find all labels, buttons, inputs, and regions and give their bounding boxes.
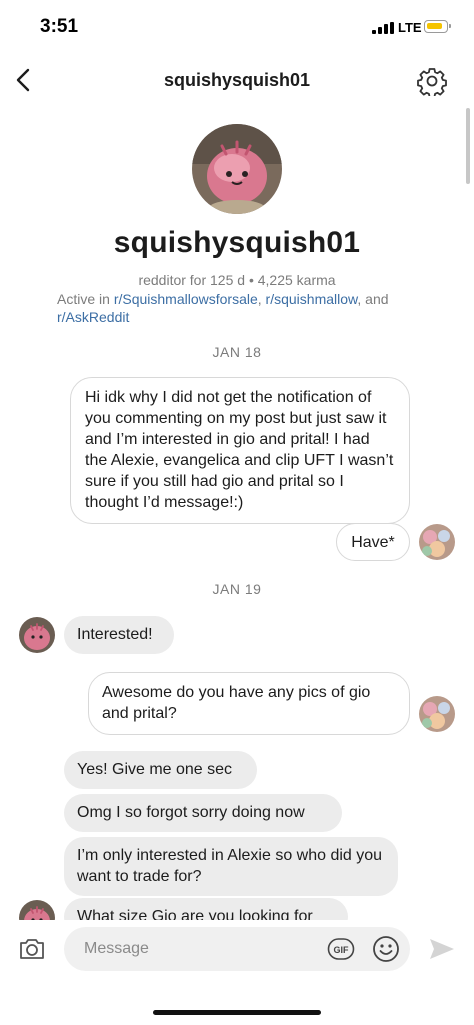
received-message[interactable]: Yes! Give me one sec	[64, 751, 257, 789]
emoji-icon[interactable]	[372, 935, 400, 963]
status-time: 3:51	[40, 16, 79, 37]
date-separator: JAN 19	[212, 581, 262, 597]
scrollbar[interactable]	[466, 108, 470, 184]
separator: ,	[257, 291, 266, 307]
my-avatar[interactable]	[419, 696, 455, 732]
gif-icon[interactable]: GIF	[327, 937, 355, 961]
received-message[interactable]: I’m only interested in Alexie so who did…	[64, 837, 398, 896]
profile-avatar[interactable]	[192, 124, 282, 214]
sent-message[interactable]: Have*	[336, 523, 410, 561]
sender-avatar[interactable]	[19, 617, 55, 653]
profile-name: squishysquish01	[113, 226, 361, 259]
sent-message[interactable]: Hi idk why I did not get the notificatio…	[70, 377, 410, 524]
signal-strength-icon	[372, 22, 396, 34]
separator: , and	[357, 291, 389, 307]
community-link[interactable]: r/AskReddit	[57, 309, 129, 325]
community-link[interactable]: r/squishmallow	[266, 291, 358, 307]
battery-icon	[424, 20, 451, 33]
send-icon[interactable]	[428, 937, 456, 961]
gif-label: GIF	[334, 945, 350, 955]
active-in-label: Active in	[57, 291, 114, 307]
received-message[interactable]: Omg I so forgot sorry doing now	[64, 794, 342, 832]
active-in-communities: Active in r/Squishmallowsforsale, r/squi…	[57, 290, 427, 326]
date-separator: JAN 18	[212, 344, 262, 360]
network-type: LTE	[398, 20, 422, 35]
camera-icon[interactable]	[18, 936, 46, 962]
gear-icon[interactable]	[417, 66, 447, 96]
received-message[interactable]: Interested!	[64, 616, 174, 654]
profile-meta: redditor for 125 d • 4,225 karma	[138, 272, 336, 288]
sent-message[interactable]: Awesome do you have any pics of gio and …	[88, 672, 410, 735]
my-avatar[interactable]	[419, 524, 455, 560]
community-link[interactable]: r/Squishmallowsforsale	[114, 291, 258, 307]
message-placeholder: Message	[84, 940, 149, 957]
home-indicator	[153, 1010, 321, 1015]
chat-title: squishysquish01	[163, 70, 311, 90]
